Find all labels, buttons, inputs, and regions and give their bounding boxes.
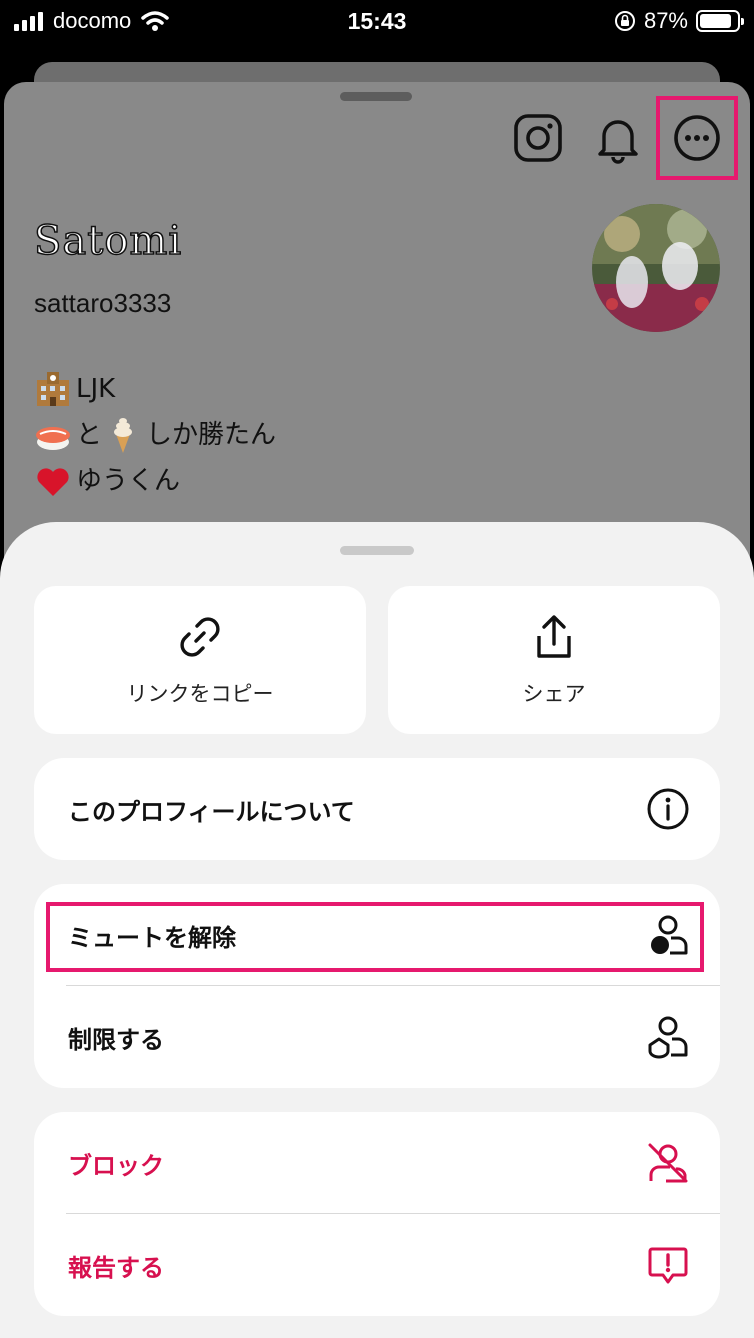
report-icon xyxy=(648,1247,688,1284)
unmute-highlight xyxy=(46,902,704,972)
copy-link-button[interactable]: リンクをコピー xyxy=(34,586,366,734)
bio-line-2: と しか勝たん xyxy=(34,412,276,458)
bio-line-3: ゆうくん xyxy=(34,458,276,504)
profile-sheet-grabber[interactable] xyxy=(340,92,412,101)
copy-link-label: リンクをコピー xyxy=(126,682,274,706)
bio-text-2b: しか勝たん xyxy=(146,420,277,450)
share-button[interactable]: シェア xyxy=(388,586,720,734)
soft-ice-cream-icon xyxy=(114,418,133,453)
restrict-label: 制限する xyxy=(68,1025,164,1054)
avatar[interactable] xyxy=(592,204,720,332)
share-icon xyxy=(537,615,571,658)
report-label: 報告する xyxy=(68,1253,164,1282)
sushi-icon xyxy=(36,427,70,450)
battery-percent: 87% xyxy=(643,8,688,33)
block-button[interactable]: ブロック xyxy=(34,1112,720,1214)
bio-text-3: ゆうくん xyxy=(76,466,181,496)
profile-bio: LJK と しか勝たん ゆうくん xyxy=(34,366,276,504)
notification-bell-icon[interactable] xyxy=(592,112,644,164)
restrict-button[interactable]: 制限する xyxy=(34,986,720,1088)
share-label: シェア xyxy=(522,682,586,706)
status-right: 87% xyxy=(614,8,744,34)
status-bar: docomo 15:43 87% xyxy=(0,0,754,46)
orientation-lock-icon xyxy=(614,11,635,31)
info-icon xyxy=(647,788,689,830)
about-profile-group: このプロフィールについて xyxy=(34,758,720,860)
red-heart-icon xyxy=(37,468,69,496)
block-user-icon xyxy=(648,1143,688,1183)
block-report-group: ブロック 報告する xyxy=(34,1112,720,1316)
bio-text-2a: と xyxy=(76,420,103,450)
profile-display-name: Satomi xyxy=(33,217,183,265)
school-building-icon xyxy=(37,372,69,406)
link-icon xyxy=(180,617,220,657)
battery-icon xyxy=(696,10,744,32)
action-sheet-grabber[interactable] xyxy=(340,546,414,555)
avatar-photo xyxy=(592,204,720,332)
report-button[interactable]: 報告する xyxy=(34,1214,720,1316)
about-profile-button[interactable]: このプロフィールについて xyxy=(34,758,720,860)
profile-username: sattaro3333 xyxy=(34,288,172,318)
bio-line-1: LJK xyxy=(34,366,276,412)
block-label: ブロック xyxy=(68,1151,164,1180)
instagram-icon[interactable] xyxy=(512,112,564,164)
bio-text-1: LJK xyxy=(76,374,116,404)
more-options-highlight xyxy=(656,96,738,180)
about-profile-label: このプロフィールについて xyxy=(68,797,355,826)
restrict-user-icon xyxy=(648,1016,688,1059)
